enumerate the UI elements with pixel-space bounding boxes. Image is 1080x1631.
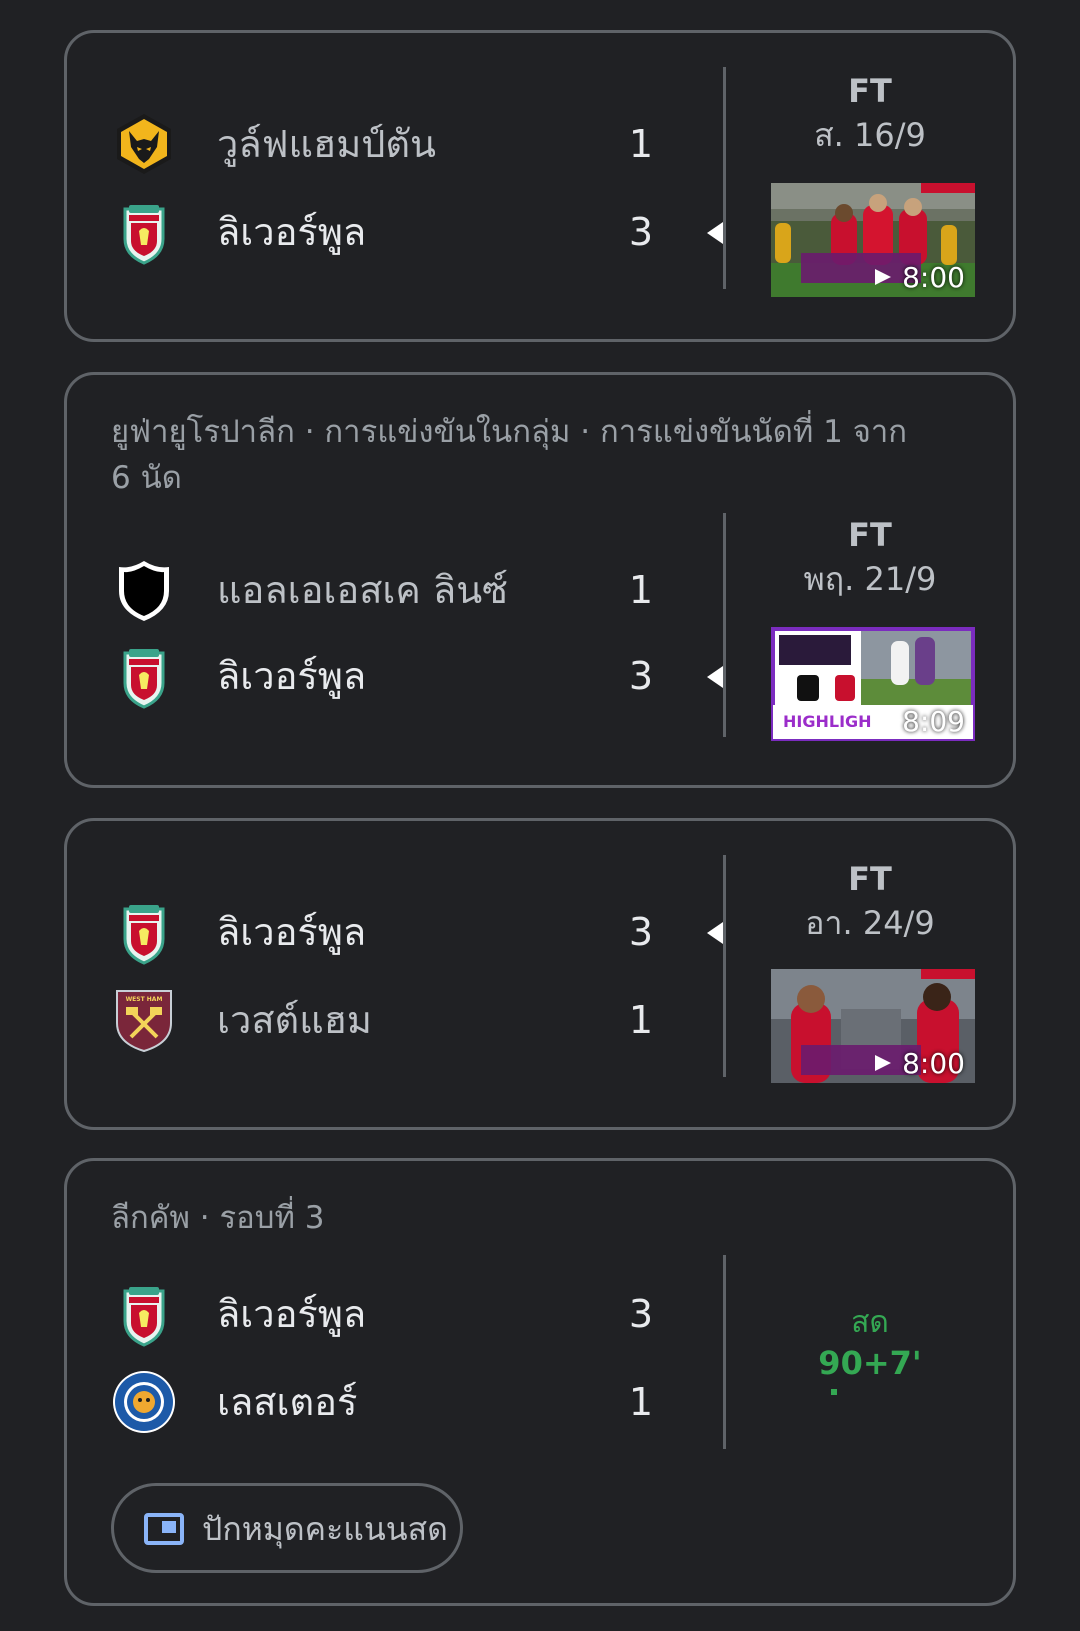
- highlights-video-thumbnail[interactable]: 8:00: [771, 183, 975, 297]
- away-team-score: 3: [628, 654, 654, 698]
- liverpool-crest-icon: [123, 205, 165, 265]
- match-card[interactable]: ยูฟ่ายูโรปาลีก · การแข่งขันในกลุ่ม · การ…: [64, 372, 1016, 788]
- home-team-name: ลิเวอร์พูล: [217, 1292, 367, 1336]
- play-icon: [875, 269, 891, 285]
- winner-indicator-icon: [707, 222, 723, 244]
- match-status: FT: [848, 860, 892, 898]
- away-team-row: ลิเวอร์พูล 3: [111, 197, 671, 267]
- highlights-video-thumbnail[interactable]: HIGHLIGH 8:09: [771, 627, 975, 741]
- match-date: อา. 24/9: [805, 904, 935, 942]
- video-duration: 8:00: [902, 1047, 965, 1080]
- home-team-row: ลิเวอร์พูล 3: [111, 1279, 671, 1349]
- svg-text:WEST HAM: WEST HAM: [126, 996, 163, 1003]
- match-card[interactable]: ลิเวอร์พูล 3 WEST HAM เวสต์แฮม 1 FT อา. …: [64, 818, 1016, 1130]
- card-divider: [723, 513, 726, 737]
- home-team-name: ลิเวอร์พูล: [217, 910, 367, 954]
- competition-label: ลีกคัพ · รอบที่ 3: [111, 1200, 325, 1236]
- card-divider: [723, 67, 726, 289]
- pin-live-score-label: ปักหมุดคะแนนสด: [202, 1510, 448, 1548]
- liverpool-crest-icon: [123, 1287, 165, 1347]
- video-duration: 8:09: [902, 705, 965, 738]
- away-team-score: 3: [628, 210, 654, 254]
- away-team-name: เลสเตอร์: [217, 1380, 358, 1424]
- home-team-score: 3: [628, 1292, 654, 1336]
- highlights-video-thumbnail[interactable]: 8:00: [771, 969, 975, 1083]
- liverpool-crest-icon: [123, 649, 165, 709]
- away-team-score: 1: [628, 1380, 654, 1424]
- home-team-row: ลิเวอร์พูล 3: [111, 897, 671, 967]
- home-team-row: แอลเอเอสเค ลินซ์ 1: [111, 555, 671, 625]
- match-date: ส. 16/9: [814, 116, 926, 154]
- match-date: พฤ. 21/9: [803, 560, 937, 598]
- pin-live-score-button[interactable]: ปักหมุดคะแนนสด: [111, 1483, 463, 1573]
- card-divider: [723, 1255, 726, 1449]
- away-team-row: ลิเวอร์พูล 3: [111, 641, 671, 711]
- wolves-crest-icon: [117, 114, 171, 174]
- match-status: FT: [848, 72, 892, 110]
- match-card[interactable]: ลีกคัพ · รอบที่ 3 ลิเวอร์พูล 3 เลสเตอร์ …: [64, 1158, 1016, 1606]
- liverpool-crest-icon: [123, 905, 165, 965]
- west-ham-crest-icon: WEST HAM: [116, 990, 172, 1053]
- svg-text:HIGHLIGH: HIGHLIGH: [783, 712, 872, 731]
- winner-indicator-icon: [707, 922, 723, 944]
- away-team-name: ลิเวอร์พูล: [217, 654, 367, 698]
- live-status: สด: [851, 1305, 889, 1340]
- home-team-score: 1: [628, 122, 654, 166]
- leicester-crest-icon: [113, 1371, 175, 1433]
- play-icon: [875, 713, 891, 729]
- home-team-score: 3: [628, 910, 654, 954]
- winner-indicator-icon: [707, 666, 723, 688]
- home-team-name: แอลเอเอสเค ลินซ์: [217, 568, 508, 612]
- picture-in-picture-icon: [144, 1513, 184, 1545]
- sports-results-page: วูล์ฟแฮมป์ตัน 1 ลิเวอร์พูล 3 FT ส. 16/9: [0, 0, 1080, 1631]
- lask-linz-crest-icon: [119, 561, 169, 621]
- play-icon: [875, 1055, 891, 1071]
- home-team-score: 1: [628, 568, 654, 612]
- live-indicator-dot: [831, 1389, 837, 1395]
- away-team-score: 1: [628, 998, 654, 1042]
- live-minute: 90+7': [818, 1344, 922, 1382]
- away-team-name: ลิเวอร์พูล: [217, 210, 367, 254]
- video-duration: 8:00: [902, 261, 965, 294]
- match-card[interactable]: วูล์ฟแฮมป์ตัน 1 ลิเวอร์พูล 3 FT ส. 16/9: [64, 30, 1016, 342]
- home-team-name: วูล์ฟแฮมป์ตัน: [217, 122, 437, 166]
- away-team-name: เวสต์แฮม: [217, 998, 372, 1042]
- away-team-row: WEST HAM เวสต์แฮม 1: [111, 985, 671, 1055]
- card-divider: [723, 855, 726, 1077]
- competition-label: ยูฟ่ายูโรปาลีก · การแข่งขันในกลุ่ม · การ…: [111, 414, 908, 496]
- match-status: FT: [848, 516, 892, 554]
- away-team-row: เลสเตอร์ 1: [111, 1367, 671, 1437]
- home-team-row: วูล์ฟแฮมป์ตัน 1: [111, 109, 671, 179]
